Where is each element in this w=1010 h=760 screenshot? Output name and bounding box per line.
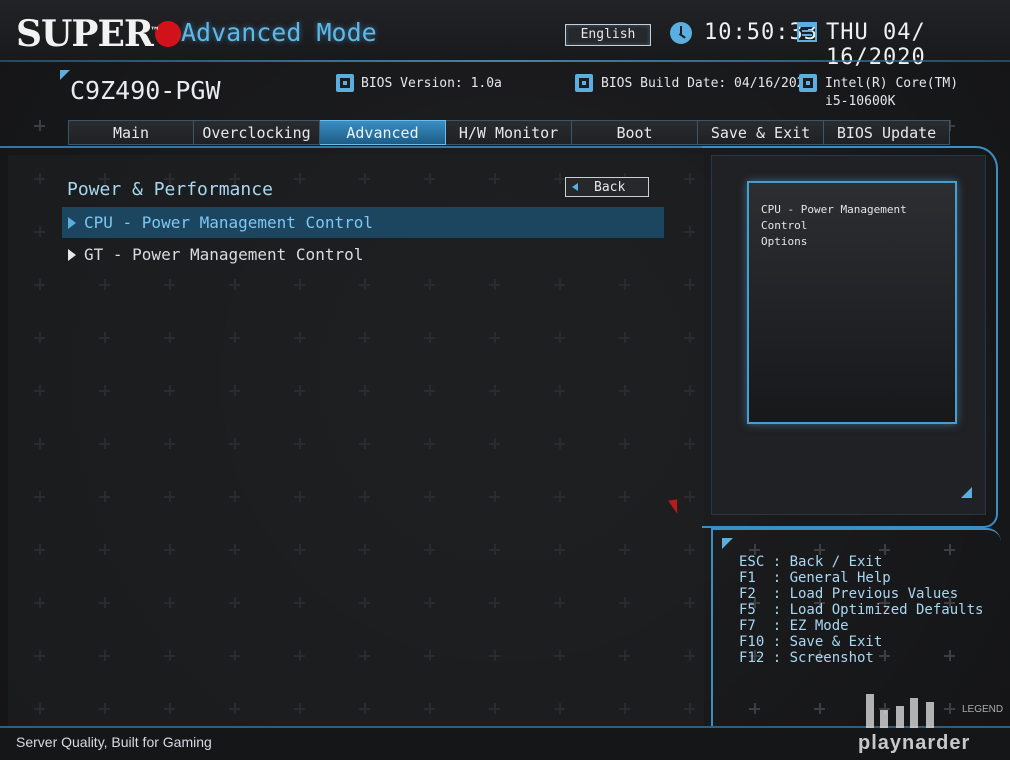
back-arrow-icon [572, 183, 578, 191]
cpu-name: Intel(R) Core(TM) [825, 76, 959, 91]
main-panel-border [0, 146, 705, 148]
tab-overclocking[interactable]: Overclocking [194, 120, 320, 145]
plus-pattern-icon [34, 120, 45, 131]
back-button-label: Back [594, 180, 626, 195]
logo-text: SUPER [16, 13, 154, 55]
calendar-icon [797, 22, 817, 42]
corner-marker-icon [961, 487, 972, 498]
watermark: playnarder [858, 732, 971, 754]
key-hint-esc: ESC : Back / Exit [739, 554, 883, 570]
key-hint-f10: F10 : Save & Exit [739, 634, 883, 650]
footer-tagline: Server Quality, Built for Gaming [16, 734, 212, 750]
cpu-icon [799, 74, 817, 92]
cpu-model: i5-10600K [825, 94, 896, 109]
chip-icon [575, 74, 593, 92]
watermark-small: LEGEND [962, 704, 1004, 715]
section-title: Power & Performance [67, 179, 273, 200]
bios-version: BIOS Version: 1.0a [361, 76, 502, 91]
key-hint-f1: F1 : General Help [739, 570, 891, 586]
menu-item-label: CPU - Power Management Control [84, 213, 373, 232]
menu-item-cpu-power-management[interactable]: CPU - Power Management Control [62, 207, 664, 238]
bios-build-date: BIOS Build Date: 04/16/2020 [601, 76, 813, 91]
submenu-arrow-icon [68, 217, 76, 229]
tab-main[interactable]: Main [68, 120, 194, 145]
supermicro-logo: SUPER ™ [16, 14, 181, 54]
model-name: C9Z490-PGW [70, 76, 221, 105]
tab-boot[interactable]: Boot [572, 120, 698, 145]
date-display[interactable]: THU 04/ 16/2020 [826, 20, 1010, 70]
header-divider [0, 60, 1010, 62]
submenu-arrow-icon [68, 249, 76, 261]
key-legend: ESC : Back / Exit F1 : General Help F2 :… [739, 554, 983, 666]
language-button[interactable]: English [565, 24, 651, 46]
menu-item-gt-power-management[interactable]: GT - Power Management Control [62, 239, 664, 270]
menu-item-label: GT - Power Management Control [84, 245, 364, 264]
watermark-logo-icon [866, 694, 946, 728]
key-hint-f7: F7 : EZ Mode [739, 618, 849, 634]
back-button[interactable]: Back [565, 177, 649, 197]
help-text-line: Options [761, 235, 808, 248]
help-text-line: CPU - Power Management Control [761, 203, 907, 232]
key-hint-f5: F5 : Load Optimized Defaults [739, 602, 984, 618]
corner-marker-icon [60, 70, 70, 80]
chip-icon [336, 74, 354, 92]
key-hint-f2: F2 : Load Previous Values [739, 586, 959, 602]
tab-bar: Main Overclocking Advanced H/W Monitor B… [68, 120, 950, 145]
page-title: Advanced Mode [181, 18, 377, 47]
corner-marker-icon [722, 538, 733, 549]
tab-save-exit[interactable]: Save & Exit [698, 120, 824, 145]
tab-bios-update[interactable]: BIOS Update [824, 120, 950, 145]
tab-hw-monitor[interactable]: H/W Monitor [446, 120, 572, 145]
tab-advanced[interactable]: Advanced [320, 120, 446, 145]
logo-trademark: ™ [150, 26, 160, 37]
clock-icon [670, 22, 692, 44]
key-hint-f12: F12 : Screenshot [739, 650, 874, 666]
help-text: CPU - Power Management Control Options [761, 202, 951, 250]
